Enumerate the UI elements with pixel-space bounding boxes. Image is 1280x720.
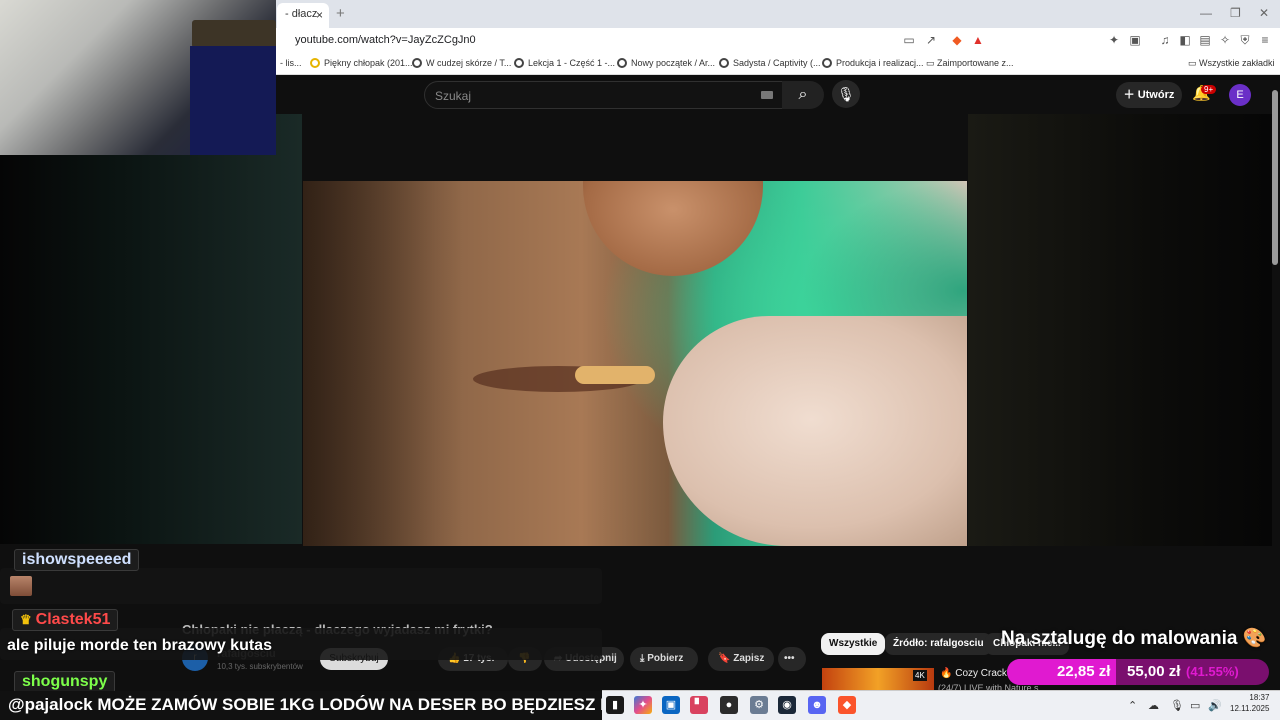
search-button[interactable]: ⌕ xyxy=(782,81,824,109)
plus-icon: ＋ xyxy=(1123,89,1138,101)
browser-tab[interactable]: - dłacz × xyxy=(277,3,329,28)
goal-percent: (41.55%) xyxy=(1186,664,1239,679)
chat-message-text: ale piluje morde ten brazowy kutas xyxy=(7,637,272,654)
goal-title: Na sztalugę do malowania 🎨 xyxy=(1001,628,1267,649)
leo-ai-icon[interactable]: ✧ xyxy=(1218,33,1232,47)
quality-badge: 4K xyxy=(913,670,927,681)
channel-subscribers: 10,3 tys. subskrybentów xyxy=(217,662,303,671)
microphone-icon[interactable]: 🎙 xyxy=(1170,699,1184,712)
bookmark-item[interactable]: Nowy początek / Ar... xyxy=(617,58,715,68)
page-scrollbar[interactable] xyxy=(1272,90,1278,265)
discord-icon[interactable]: ☻ xyxy=(808,696,826,714)
search-icon: ⌕ xyxy=(798,86,808,103)
crown-icon: ♛ xyxy=(20,612,32,627)
video-player[interactable] xyxy=(303,181,967,546)
bookmark-item[interactable]: W cudzej skórze / T... xyxy=(412,58,511,68)
tab-close-icon[interactable]: × xyxy=(316,8,323,22)
video-hand xyxy=(663,316,967,546)
globe-icon xyxy=(412,58,422,68)
taskbar: ▮ ✦ ▣ ▘ ● ⚙ ◉ ☻ ◆ ⌃ ☁ 🎙 ▭ 🔊 xyxy=(602,690,1280,720)
taskbar-clock[interactable]: 18:37 12.11.2025 xyxy=(1230,692,1269,714)
close-window-icon[interactable]: ✕ xyxy=(1259,6,1269,20)
brave-browser-icon[interactable]: ◆ xyxy=(838,696,856,714)
steam-icon[interactable]: ◉ xyxy=(778,696,796,714)
settings-gear-icon[interactable]: ⚙ xyxy=(750,696,768,714)
volume-icon[interactable]: 🔊 xyxy=(1208,699,1222,712)
video-shadow xyxy=(303,181,463,546)
minimize-icon[interactable]: — xyxy=(1200,6,1212,20)
share-page-icon[interactable]: ↗ xyxy=(924,33,938,47)
maximize-icon[interactable]: ❐ xyxy=(1230,6,1241,20)
globe-icon xyxy=(719,58,729,68)
create-button[interactable]: ＋ Utwórz xyxy=(1116,82,1182,108)
chat-emote xyxy=(10,576,32,596)
webcam-monitor xyxy=(190,46,276,155)
search-input[interactable]: Szukaj xyxy=(424,81,786,109)
ambient-left xyxy=(0,114,302,544)
goal-target: 55,00 zł xyxy=(1127,663,1181,680)
webcam-overlay xyxy=(0,0,276,155)
sidebar-icon[interactable]: ◧ xyxy=(1178,33,1192,47)
emoji-icon xyxy=(310,58,320,68)
chat-username: ishowspeeeed xyxy=(14,549,140,571)
install-app-icon[interactable]: ▭ xyxy=(902,33,916,47)
media-icon[interactable]: ♫ xyxy=(1158,33,1172,47)
more-actions-button[interactable]: ••• xyxy=(778,647,806,671)
notification-badge: 9+ xyxy=(1201,85,1217,94)
menu-icon[interactable]: ≡ xyxy=(1258,33,1272,47)
new-tab-button[interactable]: + xyxy=(336,5,345,22)
store-icon[interactable]: ▣ xyxy=(662,696,680,714)
url-field[interactable]: youtube.com/watch?v=JayZcZCgJn0 xyxy=(295,34,476,46)
video-fry xyxy=(575,366,655,384)
screenshot-icon[interactable]: ▣ xyxy=(1128,33,1142,47)
cloud-icon[interactable]: ☁ xyxy=(1148,699,1159,712)
bookmark-item[interactable]: Produkcja i realizacj... xyxy=(822,58,924,68)
chat-username: ♛ Clastek51 xyxy=(12,609,119,631)
media-player-icon[interactable]: ● xyxy=(720,696,738,714)
webcam-speaker xyxy=(192,20,276,48)
brave-shield-icon[interactable]: ◆ xyxy=(950,33,964,47)
bookmark-folder[interactable]: ▭ Zaimportowane z... xyxy=(926,58,1014,69)
all-bookmarks-folder[interactable]: ▭ Wszystkie zakładki xyxy=(1188,58,1275,69)
copilot-icon[interactable]: ✦ xyxy=(634,696,652,714)
taskbar-app-icon[interactable]: ▮ xyxy=(606,696,624,714)
tts-message: @pajalock MOŻE ZAMÓW SOBIE 1KG LODÓW NA … xyxy=(0,691,602,720)
bookmark-item[interactable]: - lis... xyxy=(280,58,302,68)
globe-icon xyxy=(617,58,627,68)
chat-message-box xyxy=(0,568,602,604)
goal-current: 22,85 zł xyxy=(1057,663,1111,680)
bookmark-item[interactable]: Piękny chłopak (201... xyxy=(310,58,413,68)
wallet-icon[interactable]: ▤ xyxy=(1198,33,1212,47)
video-face-nose xyxy=(583,181,763,276)
screen: { "browser": { "tab_title": "- dłacz", "… xyxy=(0,0,1280,720)
folder-icon: ▭ xyxy=(926,58,938,68)
download-button[interactable]: ⤓ Pobierz xyxy=(630,647,698,671)
ambient-right xyxy=(968,114,1272,614)
chip-all[interactable]: Wszystkie xyxy=(821,633,886,655)
save-button[interactable]: 🔖 Zapisz xyxy=(708,647,774,671)
brave-rewards-icon[interactable]: ▲ xyxy=(971,33,985,47)
globe-icon xyxy=(514,58,524,68)
microphone-icon: 🎙 xyxy=(837,86,855,102)
account-avatar[interactable]: E xyxy=(1229,84,1251,106)
bookmark-item[interactable]: Lekcja 1 - Część 1 -... xyxy=(514,58,615,68)
vpn-icon[interactable]: ⛨ xyxy=(1238,33,1252,47)
extensions-icon[interactable]: ✦ xyxy=(1107,33,1121,47)
bookmark-icon: 🔖 xyxy=(718,653,734,664)
tab-title: - dłacz xyxy=(285,8,318,20)
chat-username: shogunspy xyxy=(14,671,116,693)
bookmark-item[interactable]: Sadysta / Captivity (... xyxy=(719,58,821,68)
clock-date: 12.11.2025 xyxy=(1230,704,1270,713)
chip-source[interactable]: Źródło: rafalgosciu xyxy=(885,633,992,655)
globe-icon xyxy=(822,58,832,68)
keyboard-icon[interactable] xyxy=(761,91,773,99)
app-icon[interactable]: ▘ xyxy=(690,696,708,714)
folder-icon: ▭ xyxy=(1188,58,1200,68)
chevron-up-icon[interactable]: ⌃ xyxy=(1128,699,1137,712)
clock-time: 18:37 xyxy=(1249,693,1270,702)
voice-search-button[interactable]: 🎙 xyxy=(832,80,860,108)
network-icon[interactable]: ▭ xyxy=(1190,699,1200,712)
